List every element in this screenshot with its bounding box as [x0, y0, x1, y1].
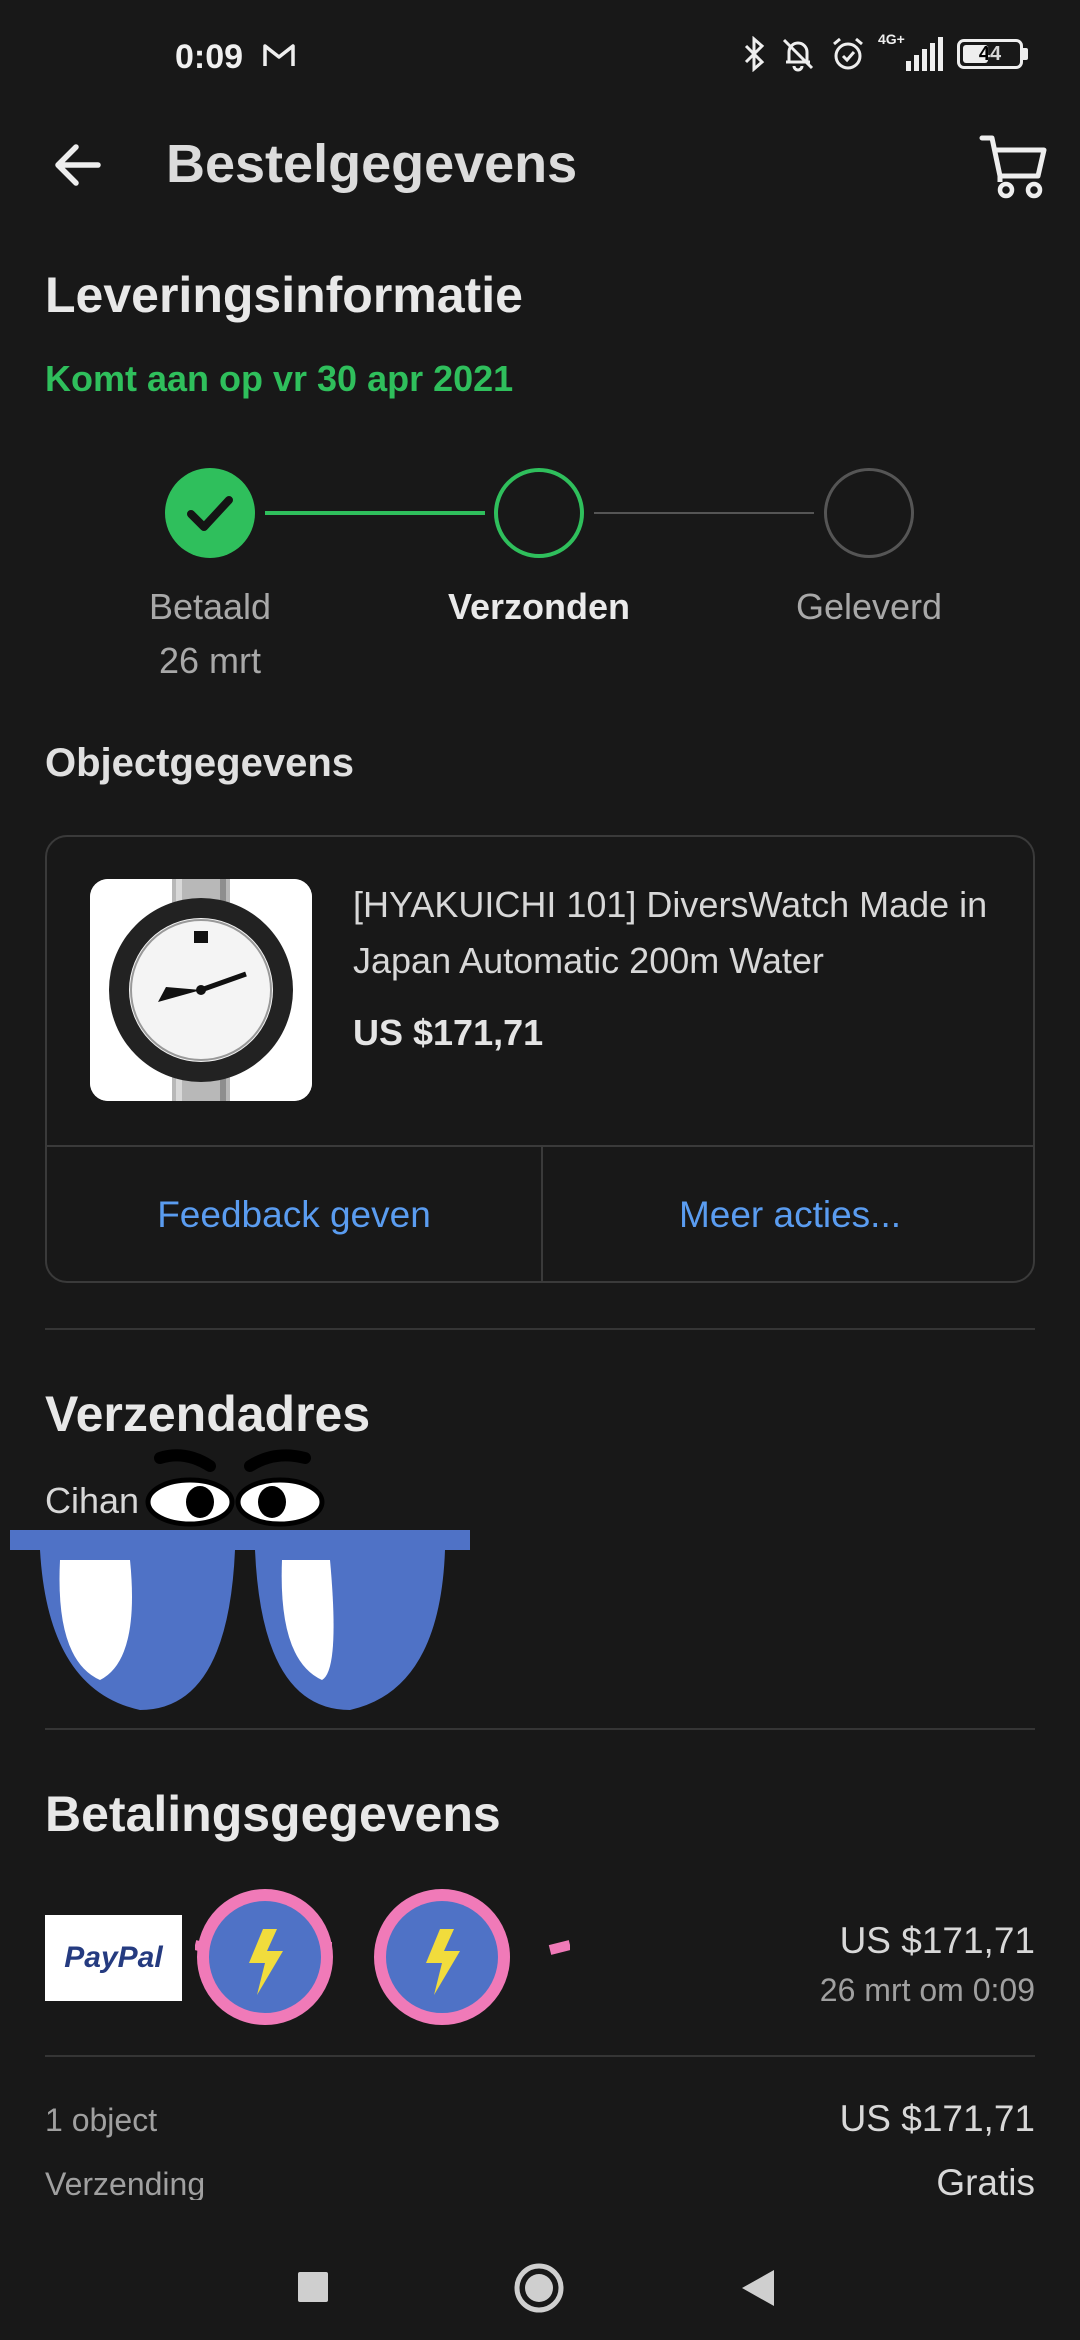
shipping-heading: Verzendadres — [45, 1386, 371, 1442]
step-delivered-label: Geleverd — [795, 586, 943, 627]
glasses-sticker-image — [195, 1889, 570, 2025]
cart-icon[interactable] — [978, 130, 1050, 202]
status-bar: 0:09 4G+ 44 — [0, 0, 1080, 120]
step-paid-date: 26 mrt — [158, 640, 262, 681]
step-shipped-label: Verzonden — [447, 586, 631, 627]
item-title[interactable]: [HYAKUICHI 101] DiversWatch Made in Japa… — [353, 877, 1013, 989]
bluetooth-icon — [744, 36, 765, 72]
paypal-logo-text: PayPal — [64, 1941, 163, 1974]
shipping-cost-label: Verzending — [45, 2166, 206, 2202]
gmail-icon — [263, 44, 295, 66]
bell-muted-icon — [782, 38, 814, 72]
progress-line-done — [265, 511, 485, 515]
step-delivered-circle — [824, 468, 914, 558]
progress-line-pending — [594, 512, 814, 514]
status-time: 0:09 — [175, 38, 244, 76]
signal-indicator: 4G+ — [878, 31, 943, 71]
back-triangle-icon[interactable] — [740, 2268, 776, 2308]
alarm-icon — [833, 37, 863, 70]
product-image[interactable] — [90, 879, 312, 1101]
items-count-label: 1 object — [45, 2102, 158, 2138]
battery-icon: 44 — [957, 39, 1023, 69]
step-paid-name: Betaald — [148, 586, 272, 627]
delivery-heading: Leveringsinformatie — [45, 267, 523, 323]
items-total: US $171,71 — [839, 2098, 1035, 2139]
battery-level: 44 — [978, 42, 1002, 65]
payment-amount: US $171,71 — [839, 1920, 1035, 1961]
more-actions-button[interactable]: Meer acties... — [543, 1147, 1037, 1283]
battery-indicator: 44 — [957, 39, 1028, 69]
step-paid-check-icon — [165, 468, 255, 558]
arrival-date: Komt aan op vr 30 apr 2021 — [45, 358, 514, 399]
section-divider — [45, 1328, 1035, 1330]
step-paid-label: Betaald 26 mrt — [80, 580, 340, 688]
object-heading: Objectgegevens — [45, 741, 355, 785]
payment-heading: Betalingsgegevens — [45, 1786, 501, 1842]
section-divider — [45, 1728, 1035, 1730]
eyes-sticker-image — [10, 1449, 470, 1710]
back-arrow-icon[interactable] — [48, 135, 108, 195]
network-type: 4G+ — [878, 31, 905, 47]
recents-square-icon[interactable] — [296, 2270, 330, 2304]
item-card: [HYAKUICHI 101] DiversWatch Made in Japa… — [45, 835, 1035, 1283]
status-icons: 4G+ 44 — [742, 31, 1028, 72]
page-title: Bestelgegevens — [166, 134, 578, 194]
section-divider — [45, 2055, 1035, 2057]
item-price: US $171,71 — [353, 1012, 544, 1053]
feedback-button[interactable]: Feedback geven — [47, 1147, 541, 1283]
home-circle-icon[interactable] — [513, 2262, 565, 2314]
shipping-cost-value: Gratis — [936, 2162, 1035, 2203]
payment-date: 26 mrt om 0:09 — [819, 1972, 1035, 2008]
step-shipped-circle — [494, 468, 584, 558]
paypal-logo: PayPal — [45, 1915, 182, 2001]
system-nav-bar — [0, 2200, 1080, 2340]
